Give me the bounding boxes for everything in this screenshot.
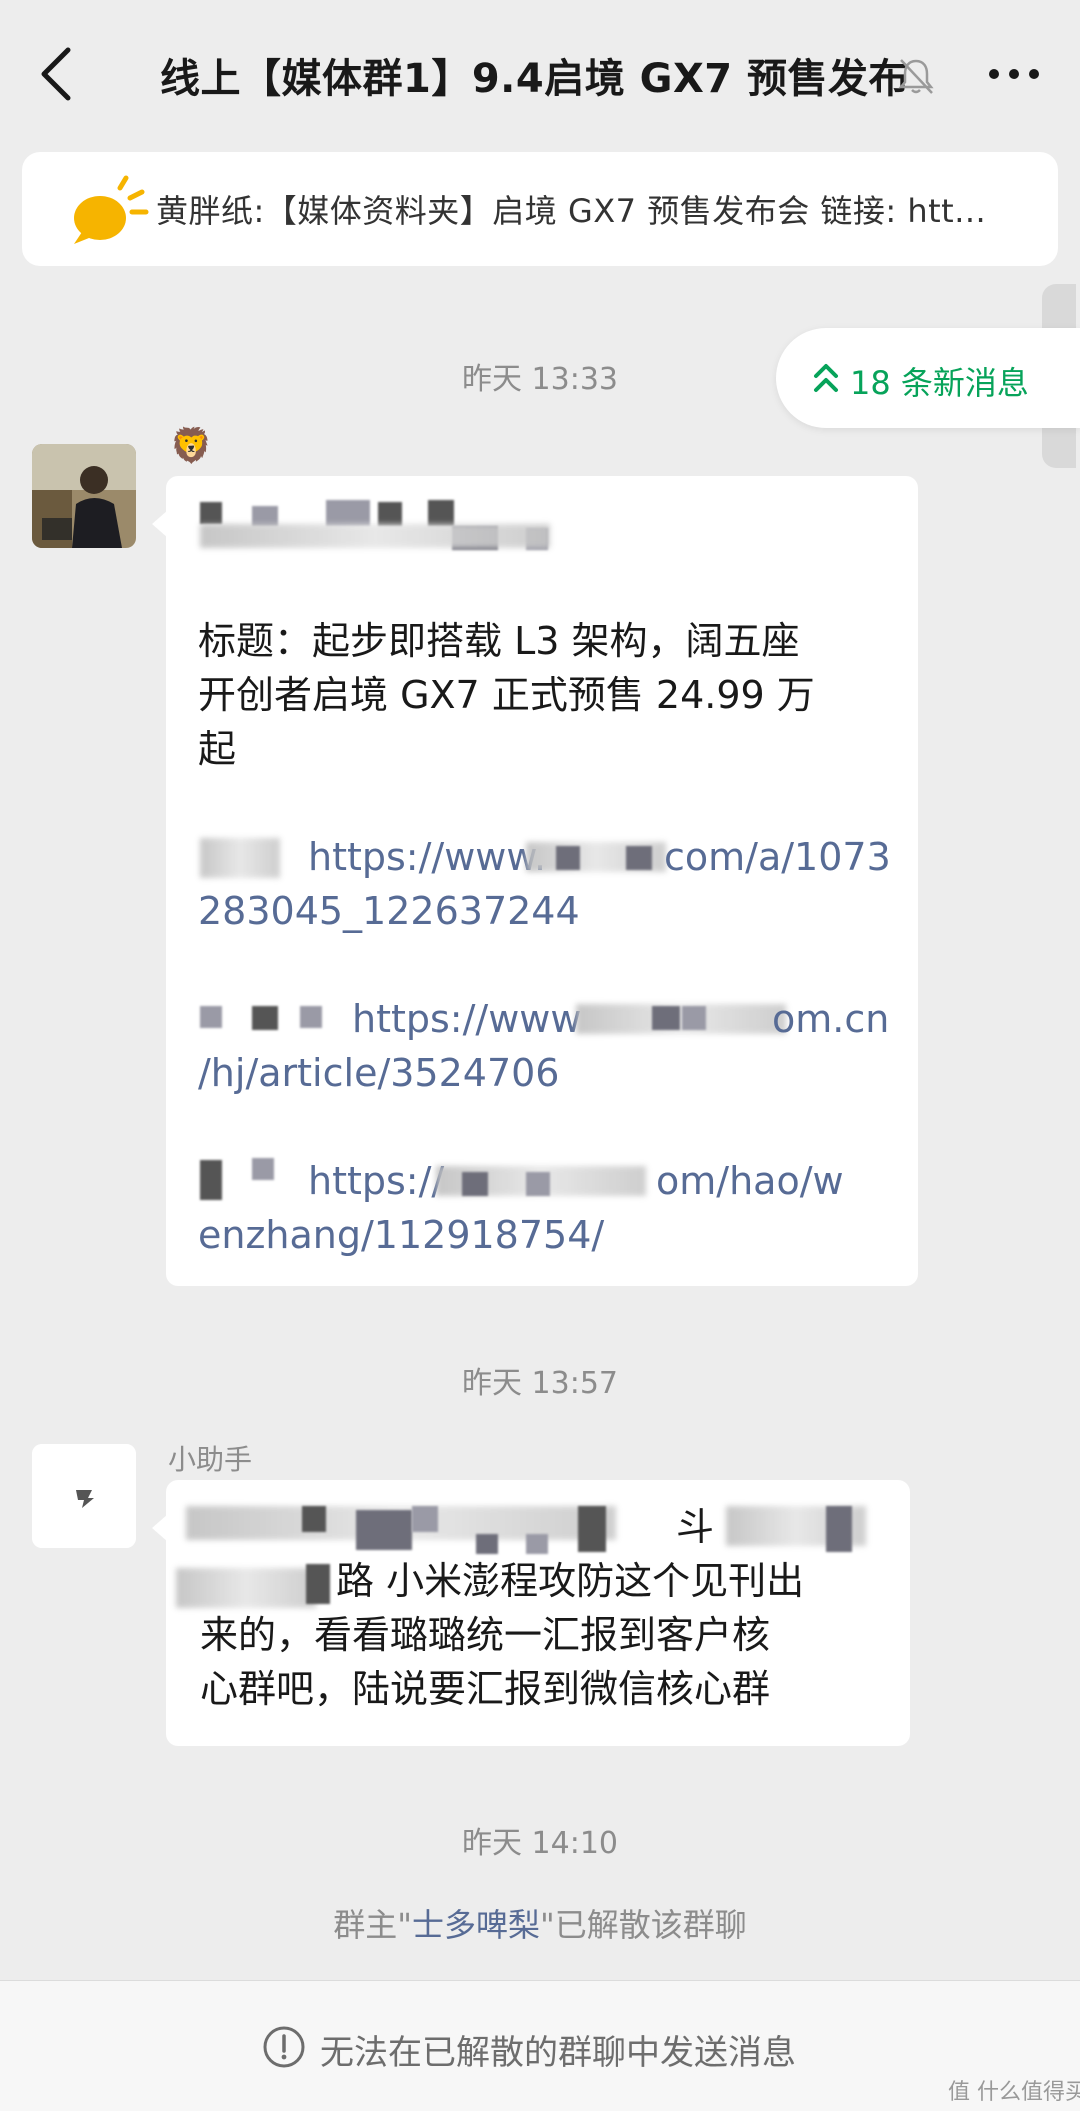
timestamp: 昨天 14:10 — [462, 1826, 618, 1861]
avatar[interactable] — [32, 444, 136, 548]
message-line: 来的，看看璐璐统一汇报到客户核 — [200, 1613, 771, 1657]
bell-off-icon — [898, 59, 934, 94]
notice-suffix: "已解散该群聊 — [540, 1906, 747, 1944]
message-bubble[interactable]: 斗 路 小米澎程攻防这个见刊出 来的，看看璐璐统一汇报到客户核 心群吧，陆说要汇… — [152, 1480, 910, 1746]
announcement-text: 黄胖纸:【媒体资料夹】启境 GX7 预售发布会 链接: htt... — [156, 192, 987, 230]
group-owner-name[interactable]: 士多啤梨 — [412, 1906, 540, 1944]
message-link[interactable]: com/a/1073 — [664, 830, 891, 884]
message-line: 斗 — [676, 1505, 715, 1549]
disabled-notice: 无法在已解散的群聊中发送消息 — [320, 2033, 796, 2073]
message-bubble[interactable]: 标题：起步即搭载 L3 架构，阔五座 开创者启境 GX7 正式预售 24.99 … — [152, 476, 918, 1286]
message-link[interactable]: enzhang/112918754/ — [198, 1208, 604, 1262]
message-link[interactable]: om.cn — [772, 992, 889, 1046]
announcement-sun-icon — [74, 175, 149, 244]
message-link[interactable]: https:// — [308, 1154, 444, 1208]
message-link[interactable]: https://www. — [308, 830, 546, 884]
avatar-photo-icon — [32, 444, 136, 548]
chevron-left-icon[interactable] — [34, 44, 80, 104]
message-line: 开创者启境 GX7 正式预售 24.99 万 — [198, 673, 815, 717]
notice-prefix: 群主" — [333, 1906, 412, 1944]
warning-circle-icon — [263, 2026, 305, 2068]
more-dots-icon[interactable] — [984, 52, 1044, 96]
message-line: 起 — [198, 727, 237, 771]
sender-name: 小助手 — [168, 1443, 253, 1476]
message-line: 心群吧，陆说要汇报到微信核心群 — [200, 1667, 771, 1711]
assistant-avatar-icon — [32, 1444, 136, 1548]
sender-badge: 🦁 — [170, 426, 213, 466]
chat-title: 线上【媒体群1】9.4启境 GX7 预售发布 — [160, 56, 910, 102]
top-bar: 线上【媒体群1】9.4启境 GX7 预售发布 — [0, 0, 1080, 150]
avatar[interactable] — [32, 1444, 136, 1548]
watermark: 值 什么值得买 — [948, 2080, 1080, 2105]
message-line: 路 小米澎程攻防这个见刊出 — [336, 1559, 805, 1603]
timestamp: 昨天 13:57 — [462, 1366, 618, 1401]
message-line: 标题：起步即搭载 L3 架构，阔五座 — [198, 619, 800, 663]
message-link[interactable]: 283045_122637244 — [198, 884, 580, 938]
timestamp: 昨天 13:33 — [462, 362, 618, 397]
message-link[interactable]: om/hao/w — [656, 1154, 844, 1208]
message-link[interactable]: /hj/article/3524706 — [198, 1046, 559, 1100]
disabled-input-bar: 无法在已解散的群聊中发送消息 — [0, 1980, 1080, 2111]
system-notice: 群主"士多啤梨"已解散该群聊 — [0, 1900, 1080, 1946]
message-link[interactable]: https://www — [352, 992, 581, 1046]
pinned-announcement[interactable]: 黄胖纸:【媒体资料夹】启境 GX7 预售发布会 链接: htt... — [22, 152, 1058, 266]
